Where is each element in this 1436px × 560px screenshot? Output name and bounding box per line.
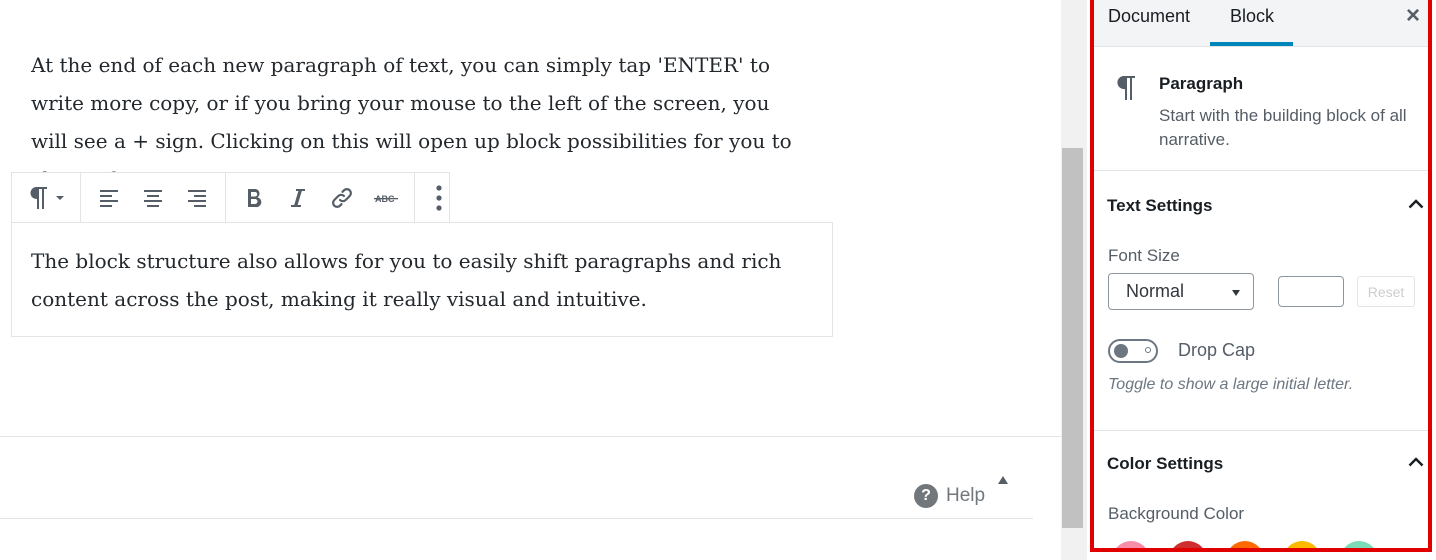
toggle-knob [1114, 344, 1128, 358]
caret-up-icon[interactable] [998, 476, 1008, 484]
link-button[interactable] [320, 174, 364, 222]
strikethrough-button[interactable]: ABC [364, 174, 408, 222]
color-swatch[interactable] [1112, 541, 1150, 548]
text-settings-title[interactable]: Text Settings [1107, 196, 1212, 216]
reset-button[interactable]: Reset [1357, 276, 1415, 307]
drop-cap-toggle[interactable] [1108, 339, 1158, 363]
align-center-button[interactable] [131, 174, 175, 222]
divider [1094, 430, 1428, 431]
editor-canvas: At the end of each new paragraph of text… [0, 0, 1061, 560]
drop-cap-help: Toggle to show a large initial letter. [1108, 376, 1354, 393]
divider [1094, 170, 1428, 171]
settings-sidebar: Document Block × Paragraph Start with th… [1090, 0, 1432, 552]
chevron-down-icon [1232, 290, 1240, 296]
font-size-value: Normal [1126, 281, 1185, 301]
formatting-group: ABC [226, 173, 415, 222]
more-options-button[interactable] [417, 174, 461, 222]
active-tab-indicator [1210, 42, 1293, 46]
paragraph-line: At the end of each new paragraph of text… [31, 53, 770, 77]
color-swatch[interactable] [1340, 541, 1378, 548]
sidebar-tabs: Document Block × [1094, 0, 1428, 47]
paragraph-line: The block structure also allows for you … [31, 249, 782, 273]
divider [0, 436, 1061, 437]
scrollbar-thumb[interactable] [1062, 148, 1083, 528]
paragraph-line: write more copy, or if you bring your mo… [31, 91, 770, 115]
more-options-icon [436, 184, 442, 211]
align-left-icon [100, 189, 118, 207]
background-color-label: Background Color [1108, 504, 1245, 523]
toggle-off-indicator [1145, 347, 1151, 353]
italic-button[interactable] [276, 174, 320, 222]
paragraph-icon [30, 186, 47, 209]
block-card-description: Start with the building block of all nar… [1159, 106, 1407, 149]
custom-font-size-input[interactable] [1278, 276, 1344, 307]
help-label: Help [946, 485, 986, 506]
strikethrough-icon: ABC [374, 194, 398, 204]
chevron-up-icon[interactable] [1408, 198, 1424, 210]
block-switcher-button[interactable] [16, 174, 76, 222]
block-card-title: Paragraph [1159, 74, 1244, 93]
color-swatch[interactable] [1169, 541, 1207, 548]
close-icon[interactable]: × [1406, 2, 1420, 30]
block-type-group [12, 173, 81, 222]
font-size-select[interactable]: Normal [1108, 273, 1254, 310]
paragraph-line: content across the post, making it reall… [31, 287, 647, 311]
alignment-group [81, 173, 226, 222]
color-swatch[interactable] [1283, 541, 1321, 548]
bold-icon [248, 188, 262, 207]
chevron-up-icon[interactable] [1408, 456, 1424, 468]
color-swatch[interactable] [1226, 541, 1264, 548]
color-settings-title[interactable]: Color Settings [1107, 454, 1223, 474]
link-icon [332, 187, 352, 208]
tab-document[interactable]: Document [1108, 6, 1190, 27]
more-group [415, 173, 463, 222]
paragraph-block[interactable]: At the end of each new paragraph of text… [31, 46, 792, 174]
paragraph-block-text[interactable]: The block structure also allows for you … [31, 242, 781, 318]
divider [0, 518, 1033, 519]
help-icon: ? [914, 484, 938, 508]
font-size-label: Font Size [1108, 246, 1180, 265]
chevron-down-icon [56, 195, 64, 200]
help-button[interactable]: ? Help [914, 484, 985, 508]
paragraph-line: will see a + sign. Clicking on this will… [31, 129, 792, 153]
paragraph-icon [1117, 76, 1135, 100]
bold-button[interactable] [232, 174, 276, 222]
drop-cap-label: Drop Cap [1178, 340, 1256, 360]
align-right-button[interactable] [175, 174, 219, 222]
block-toolbar: ABC [11, 172, 450, 223]
italic-icon [291, 188, 305, 207]
align-center-icon [144, 189, 162, 207]
align-right-icon [188, 189, 206, 207]
tab-block[interactable]: Block [1230, 6, 1274, 27]
align-left-button[interactable] [87, 174, 131, 222]
